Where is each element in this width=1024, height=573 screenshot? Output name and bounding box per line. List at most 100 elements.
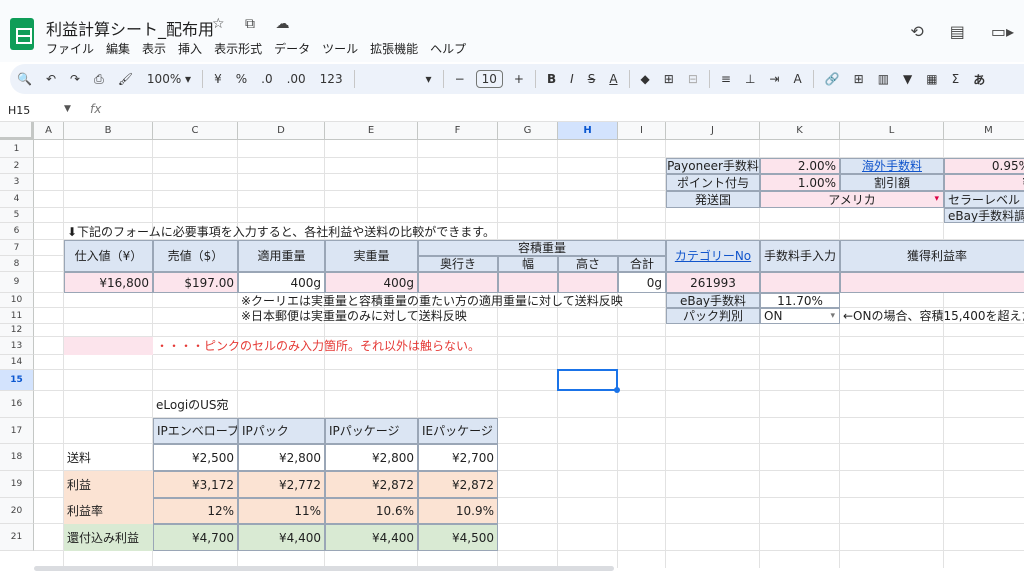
horizontal-align-icon[interactable]: ≡	[714, 72, 738, 86]
spreadsheet-grid[interactable]: A B C D E F G H I J K L M 1 2 3 4 5 6 7 8 9 10 11 12 13 14 15 16 17 18…	[0, 122, 1024, 568]
history-icon[interactable]: ⟲	[910, 22, 923, 41]
chevron-down-icon[interactable]: ▼	[64, 104, 71, 114]
vertical-align-icon[interactable]: ⊥	[738, 72, 762, 86]
title-actions[interactable]: ☆ ⧉ ☁	[212, 16, 297, 32]
fill-color-icon[interactable]: ◆	[634, 72, 657, 86]
menu-data[interactable]: データ	[274, 40, 310, 57]
fee-manual-input[interactable]	[760, 272, 840, 293]
row-header-19[interactable]: 19	[0, 471, 34, 498]
text-color-button[interactable]: A	[602, 72, 624, 86]
redo-icon[interactable]: ↷	[63, 72, 87, 86]
row-header-20[interactable]: 20	[0, 498, 34, 524]
decrease-decimal-button[interactable]: .0	[254, 72, 279, 86]
height-input[interactable]	[558, 272, 618, 293]
column-header-g[interactable]: G	[498, 122, 558, 140]
row-header-21[interactable]: 21	[0, 524, 34, 551]
depth-input[interactable]	[418, 272, 498, 293]
row-header-17[interactable]: 17	[0, 418, 34, 444]
currency-format-button[interactable]: ¥	[207, 72, 229, 86]
column-header-a[interactable]: A	[34, 122, 64, 140]
paint-format-icon[interactable]: 🖌	[111, 72, 140, 86]
comment-icon[interactable]: ▤	[950, 22, 965, 41]
meet-icon[interactable]: ▭▸	[991, 22, 1014, 41]
purchase-price-input[interactable]: ¥16,800	[64, 272, 153, 293]
merge-cells-icon[interactable]: ⊟	[681, 72, 705, 86]
functions-icon[interactable]: Σ	[945, 72, 967, 86]
bold-button[interactable]: B	[540, 72, 563, 86]
row-header-2[interactable]: 2	[0, 158, 34, 174]
width-input[interactable]	[498, 272, 558, 293]
increase-decimal-button[interactable]: .00	[280, 72, 313, 86]
borders-icon[interactable]: ⊞	[657, 72, 681, 86]
menu-help[interactable]: ヘルプ	[430, 40, 466, 57]
select-all-corner[interactable]	[0, 122, 34, 140]
sheets-logo-icon[interactable]	[10, 18, 34, 50]
menu-file[interactable]: ファイル	[46, 40, 94, 57]
zoom-select[interactable]: 100% ▾	[140, 72, 198, 86]
column-header-m[interactable]: M	[944, 122, 1024, 140]
row-header-16[interactable]: 16	[0, 391, 34, 418]
row-header-1[interactable]: 1	[0, 140, 34, 158]
font-family-select[interactable]: ▾	[359, 72, 439, 86]
row-header-18[interactable]: 18	[0, 444, 34, 471]
column-header-c[interactable]: C	[153, 122, 238, 140]
row-header-13[interactable]: 13	[0, 337, 34, 355]
overseas-fee-value[interactable]: 0.95%	[944, 158, 1024, 174]
row-header-11[interactable]: 11	[0, 308, 34, 324]
category-header[interactable]: カテゴリーNo	[666, 240, 760, 272]
insert-comment-icon[interactable]: ⊞	[847, 72, 871, 86]
insert-chart-icon[interactable]: ▥	[871, 72, 896, 86]
number-format-button[interactable]: 123	[313, 72, 350, 86]
decrease-font-size-button[interactable]: −	[448, 72, 472, 86]
search-menus-icon[interactable]: 🔍	[10, 72, 39, 86]
sale-price-input[interactable]: $197.00	[153, 272, 238, 293]
row-header-9[interactable]: 9	[0, 272, 34, 293]
row-header-3[interactable]: 3	[0, 174, 34, 191]
overseas-fee-label[interactable]: 海外手数料	[840, 158, 944, 174]
profit-rate-input[interactable]	[840, 272, 1024, 293]
text-rotation-icon[interactable]: A	[786, 72, 808, 86]
row-header-15[interactable]: 15	[0, 370, 34, 391]
insert-link-icon[interactable]: 🔗	[818, 72, 847, 86]
menu-format[interactable]: 表示形式	[214, 40, 262, 57]
column-header-b[interactable]: B	[64, 122, 153, 140]
category-no-input[interactable]: 261993	[666, 272, 760, 293]
column-header-i[interactable]: I	[618, 122, 666, 140]
discount-value[interactable]: ¥	[944, 174, 1024, 191]
document-title[interactable]: 利益計算シート_配布用	[46, 16, 214, 40]
actual-weight-input[interactable]: 400g	[325, 272, 418, 293]
italic-button[interactable]: I	[563, 72, 581, 86]
row-header-14[interactable]: 14	[0, 355, 34, 370]
menu-tools[interactable]: ツール	[322, 40, 358, 57]
selected-cell-h15[interactable]	[557, 369, 620, 393]
input-tools-icon[interactable]: あ	[966, 71, 992, 88]
column-header-f[interactable]: F	[418, 122, 498, 140]
column-header-e[interactable]: E	[325, 122, 418, 140]
column-header-h[interactable]: H	[558, 122, 618, 140]
name-box[interactable]: H15	[8, 104, 68, 117]
percent-format-button[interactable]: %	[229, 72, 254, 86]
menu-edit[interactable]: 編集	[106, 40, 130, 57]
row-header-12[interactable]: 12	[0, 324, 34, 337]
horizontal-scrollbar[interactable]	[34, 566, 614, 571]
font-size-input[interactable]: 10	[475, 70, 503, 88]
text-wrap-icon[interactable]: ⇥	[762, 72, 786, 86]
menu-insert[interactable]: 挿入	[178, 40, 202, 57]
filter-icon[interactable]: ▼	[896, 72, 919, 86]
column-header-d[interactable]: D	[238, 122, 325, 140]
menu-view[interactable]: 表示	[142, 40, 166, 57]
row-header-8[interactable]: 8	[0, 256, 34, 272]
increase-font-size-button[interactable]: +	[507, 72, 531, 86]
column-header-j[interactable]: J	[666, 122, 760, 140]
strikethrough-button[interactable]: S	[581, 72, 603, 86]
column-header-l[interactable]: L	[840, 122, 944, 140]
payoneer-fee-value[interactable]: 2.00%	[760, 158, 840, 174]
point-value[interactable]: 1.00%	[760, 174, 840, 191]
menu-extensions[interactable]: 拡張機能	[370, 40, 418, 57]
undo-icon[interactable]: ↶	[39, 72, 63, 86]
filter-views-icon[interactable]: ▦	[919, 72, 944, 86]
print-icon[interactable]: ⎙	[87, 72, 111, 87]
row-header-6[interactable]: 6	[0, 223, 34, 240]
row-header-7[interactable]: 7	[0, 240, 34, 256]
pack-select[interactable]: ON	[760, 308, 840, 324]
